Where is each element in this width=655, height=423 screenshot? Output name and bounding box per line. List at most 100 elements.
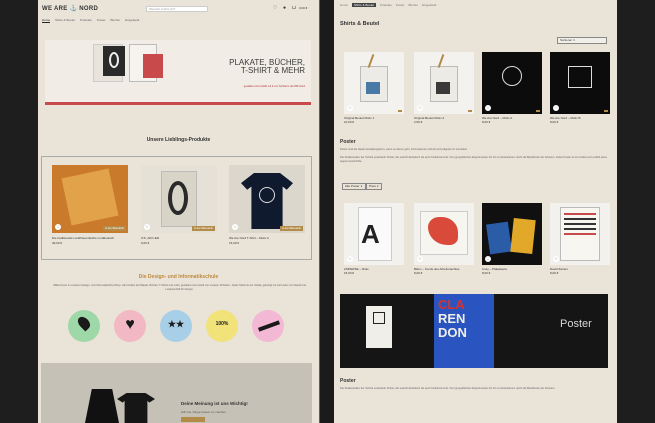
feedback-button[interactable] [181,417,205,422]
hero-title: PLAKATE, BÜCHER, T-SHIRT & MEHR [229,58,305,75]
nav-eingekauft[interactable]: Eingekauft [125,18,139,23]
wishlist-heart-icon[interactable]: ♡ [144,224,150,230]
feedback-title: Deine Meinung ist uns Wichtig! [181,401,248,406]
breadcrumb-buecher[interactable]: Bücher [409,3,419,7]
breadcrumb: Home Shirts & Beutel Produkte Poster Büc… [340,3,436,7]
category-screenshot: Home Shirts & Beutel Produkte Poster Büc… [334,0,617,423]
wishlist-heart-icon[interactable]: ♡ [347,256,353,262]
add-to-cart-button[interactable]: In den Warenkorb [103,226,126,231]
add-to-cart-button[interactable] [536,110,540,112]
product-price: 8,00 € [414,271,423,275]
tote-bag-image [85,389,119,423]
breadcrumb-produkte[interactable]: Produkte [380,3,392,7]
stamp-location [68,310,100,342]
hero-zero-glyph [109,52,119,68]
product-card[interactable]: ♡ Original Beutel Motiv 1 10,00 € [344,52,404,124]
wishlist-heart-icon[interactable]: ♡ [232,224,238,230]
product-card[interactable]: ♡ In den Warenkorb O'K, AKO-ER 9,00 € [141,165,217,245]
product-card[interactable]: ♡ David Zamen 8,00 € [550,203,610,275]
product-name[interactable]: O'K, AKO-ER [141,236,217,240]
product-image[interactable]: ♡ In den Warenkorb [229,165,305,233]
favorites-box: ♡ In den Warenkorb Die traditionelle Lan… [41,156,312,260]
wishlist-heart-icon[interactable]: ♡ [347,105,353,111]
hero-subtitle: gestaltet und erstellt mit ♥ von Schüler… [243,85,305,88]
product-price: 9,00 € [141,241,150,245]
favorites-heading: Unsere Lieblings-Produkte [146,137,211,143]
product-image[interactable]: ♡ In den Warenkorb [52,165,128,233]
hero-poster-3 [143,54,163,78]
bottom-poster-text: Die Studierenden der Schule entwickeln P… [340,387,556,390]
product-card[interactable]: ♡ In den Warenkorb Die traditionelle Lan… [52,165,128,245]
wishlist-heart-icon[interactable]: ♡ [485,256,491,262]
banner-title: Poster [560,318,592,330]
sort-select[interactable]: Sortieren ∨ [557,37,607,44]
nav-shirts[interactable]: Shirts & Beutel [55,18,75,23]
product-card[interactable]: ♡ We Are Nord – Motiv A 8,00 € [482,52,542,124]
poster-letter-a: A [361,219,380,249]
product-card[interactable]: ♡ Original Beutel Motiv 2 2,50 € [414,52,474,124]
product-name[interactable]: Die traditionelle Landfrauenküche nordde… [52,236,128,240]
product-image[interactable]: ♡ [482,203,542,265]
product-card[interactable]: ♡ In den Warenkorb We Are Nord T-Shirt –… [229,165,305,245]
wishlist-heart-icon[interactable]: ♡ [55,224,61,230]
product-image[interactable]: ♡ [550,203,610,265]
poster-intro-text: Poster sind die ideale Gestaltungsform, … [340,148,468,151]
wishlist-heart-icon[interactable]: ♡ [485,105,491,111]
poster-description: Die Studierenden der Schule entwickeln P… [340,156,608,163]
breadcrumb-home[interactable]: Home [340,3,348,7]
poster-banner: CLA REN DON Poster [340,294,608,368]
screenshot-divider [319,0,334,423]
nav-home[interactable]: Home [42,18,51,23]
wishlist-heart-icon[interactable]: ♡ [553,256,559,262]
product-card[interactable]: ♡ Lissy – Plakatserie 8,00 € [482,203,542,275]
book-cover [61,168,119,226]
site-logo[interactable]: WE ARE ⚓ NORD [42,5,98,12]
poster-filter-select[interactable]: Alle Poster ∨ [342,183,366,190]
add-to-cart-button[interactable]: In den Warenkorb [192,226,215,231]
product-image[interactable]: ♡ [344,52,404,114]
product-price: 15,00 € [229,241,240,245]
divider-accent [319,0,320,423]
product-image[interactable]: ♡ In den Warenkorb [141,165,217,233]
breadcrumb-poster[interactable]: Poster [396,3,405,7]
wishlist-heart-icon[interactable]: ♡ [417,105,423,111]
product-card[interactable]: A ♡ AMPERSE – Riols 15,00 € [344,203,404,275]
poster-lines [564,213,596,215]
product-card[interactable]: ♡ We Are Nord – Motiv B 8,00 € [550,52,610,124]
product-image[interactable]: ♡ [414,203,474,265]
product-card[interactable]: ♡ Blanc – Fonds des Arbeitsnachtes 8,00 … [414,203,474,275]
wishlist-heart-icon[interactable]: ♡ [553,105,559,111]
feedback-subtitle: Hilf uns, Dinge besser zu machen. [181,410,227,414]
product-name[interactable]: We Are Nord T-Shirt – Motiv A [229,236,305,240]
add-to-cart-button[interactable]: In den Warenkorb [280,226,303,231]
nav-produkte[interactable]: Produkte [80,18,92,23]
search-input[interactable]: Wonach suchst du? [146,6,208,12]
user-icon[interactable]: ● [283,6,286,11]
poster-yellow [510,217,536,255]
product-price: 2,50 € [414,120,423,124]
wishlist-heart-icon[interactable]: ♡ [417,256,423,262]
pen-icon [257,320,281,332]
poster-sheet [560,207,600,261]
poster-blue [486,221,512,255]
nav-poster[interactable]: Poster [97,18,106,23]
product-price: 8,00 € [482,271,491,275]
breadcrumb-eingekauft[interactable]: Eingekauft [422,3,436,7]
main-nav: Home Shirts & Beutel Produkte Poster Büc… [42,18,139,23]
breadcrumb-shirts[interactable]: Shirts & Beutel [352,3,376,7]
add-to-cart-button[interactable] [468,110,472,112]
nav-buecher[interactable]: Bücher [111,18,121,23]
price-filter-select[interactable]: Preis ∨ [366,183,382,190]
stars-icon: ★★ [167,319,185,329]
cart-icon[interactable]: ⊔ [292,6,296,11]
add-to-cart-button[interactable] [604,110,608,112]
product-image[interactable]: ♡ [482,52,542,114]
location-pin-icon [75,314,93,332]
product-image[interactable]: ♡ [414,52,474,114]
design-school-heading: Die Design- und Informatikschule [138,274,219,280]
product-image[interactable]: A ♡ [344,203,404,265]
heart-icon[interactable]: ♡ [273,6,277,11]
add-to-cart-button[interactable] [398,110,402,112]
product-image[interactable]: ♡ [550,52,610,114]
stamp-pen [252,310,284,342]
